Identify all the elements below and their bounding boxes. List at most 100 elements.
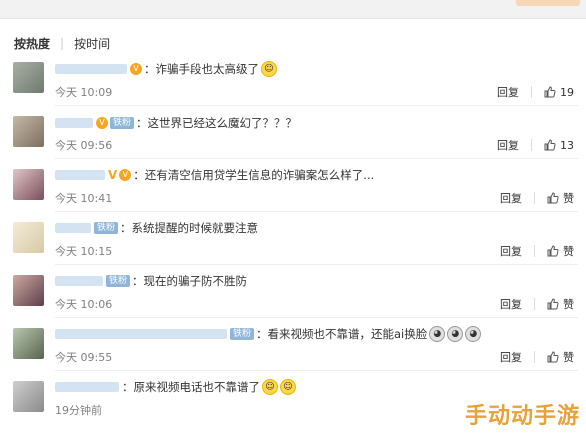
- reply-button[interactable]: 回复: [500, 349, 522, 365]
- avatar[interactable]: [13, 381, 44, 412]
- watermark-logo: 手动动手游: [464, 404, 580, 429]
- comment-actions: 回复 赞: [500, 243, 574, 259]
- comment-text: 这世界已经这么魔幻了？？？: [147, 116, 298, 130]
- comment-prefix: ：: [144, 62, 156, 76]
- crying-emoji-icon: ◕: [447, 326, 464, 342]
- fan-badge: 铁粉: [106, 275, 131, 287]
- crying-laugh-emoji-icon: ☺: [280, 379, 296, 395]
- comment-line: 铁粉 ： 看来视频也不靠谱，还能ai换脸 ◕ ◕ ◕: [55, 326, 482, 342]
- comment-prefix: ：: [256, 327, 268, 341]
- comment-line: 铁粉 ： 系统提醒的时候就要注意: [55, 220, 258, 236]
- like-button[interactable]: 赞: [547, 296, 574, 312]
- username-blurred[interactable]: [55, 329, 227, 339]
- reply-button[interactable]: 回复: [500, 190, 522, 206]
- thumbs-up-icon: [547, 351, 559, 363]
- comment-text: 现在的骗子防不胜防: [143, 274, 248, 288]
- vip-icon: V: [119, 169, 132, 181]
- thumbs-up-icon: [544, 139, 556, 151]
- like-count: 赞: [563, 245, 574, 258]
- action-divider: [531, 139, 532, 151]
- comment-prefix: ：: [122, 380, 134, 394]
- comment-text: 看来视频也不靠谱，还能ai换脸: [267, 327, 428, 341]
- comment-line: V 铁粉 ： 这世界已经这么魔幻了？？？: [55, 115, 297, 131]
- like-button[interactable]: 19: [544, 86, 574, 99]
- avatar[interactable]: [13, 116, 44, 147]
- comment-divider: [55, 317, 578, 318]
- comment-prefix: ：: [133, 168, 145, 182]
- smile-emoji-icon: ☺: [261, 61, 277, 77]
- comment-divider: [55, 211, 578, 212]
- username-blurred[interactable]: [55, 382, 119, 392]
- comment-line: V V ： 还有清空信用贷学生信息的诈骗案怎么样了...: [55, 167, 374, 183]
- comment-prefix: ：: [120, 221, 132, 235]
- thumbs-up-icon: [547, 298, 559, 310]
- vip-icon: V: [96, 117, 108, 129]
- verified-v-icon: V: [108, 168, 118, 182]
- comment-divider: [55, 370, 578, 371]
- username-blurred[interactable]: [55, 170, 105, 180]
- like-count: 19: [560, 85, 574, 99]
- action-divider: [534, 245, 535, 257]
- action-divider: [534, 192, 535, 204]
- sort-separator: |: [60, 36, 65, 50]
- comment-line: 铁粉 ： 现在的骗子防不胜防: [55, 273, 247, 289]
- thumbs-up-icon: [547, 245, 559, 257]
- comment-actions: 回复 赞: [500, 296, 574, 312]
- top-accent: [516, 0, 580, 6]
- thumbs-up-icon: [547, 192, 559, 204]
- comment-time: 今天 09:56: [55, 139, 113, 152]
- comment-time: 19分钟前: [55, 404, 102, 417]
- comment-actions: 回复 13: [497, 137, 574, 153]
- avatar[interactable]: [13, 328, 44, 359]
- action-divider: [531, 86, 532, 98]
- sort-by-hot[interactable]: 按热度: [14, 35, 50, 52]
- comment-text: 诈骗手段也太高级了: [155, 62, 260, 76]
- reply-button[interactable]: 回复: [500, 243, 522, 259]
- comment-prefix: ：: [132, 274, 144, 288]
- comment-time: 今天 09:55: [55, 351, 113, 364]
- comment-prefix: ：: [136, 116, 148, 130]
- comment-text: 还有清空信用贷学生信息的诈骗案怎么样了...: [144, 168, 375, 182]
- avatar[interactable]: [13, 222, 44, 253]
- reply-button[interactable]: 回复: [500, 296, 522, 312]
- vip-icon: V: [130, 63, 142, 75]
- comment-divider: [55, 264, 578, 265]
- like-button[interactable]: 赞: [547, 243, 574, 259]
- comment-time: 今天 10:09: [55, 86, 113, 99]
- avatar[interactable]: [13, 169, 44, 200]
- username-blurred[interactable]: [55, 64, 127, 74]
- like-count: 赞: [563, 298, 574, 311]
- comment-time: 今天 10:06: [55, 298, 113, 311]
- username-blurred[interactable]: [55, 276, 103, 286]
- username-blurred[interactable]: [55, 118, 93, 128]
- comment-actions: 回复 赞: [500, 349, 574, 365]
- sort-tabs: 按热度 | 按时间: [14, 34, 110, 52]
- like-button[interactable]: 赞: [547, 349, 574, 365]
- like-count: 赞: [563, 192, 574, 205]
- comment-text: 系统提醒的时候就要注意: [131, 221, 259, 235]
- like-button[interactable]: 赞: [547, 190, 574, 206]
- comment-actions: 回复 19: [497, 84, 574, 100]
- comment-time: 今天 10:41: [55, 192, 113, 205]
- comment-text: 原来视频电话也不靠谱了: [133, 380, 261, 394]
- comment-time: 今天 10:15: [55, 245, 113, 258]
- avatar[interactable]: [13, 62, 44, 93]
- crying-emoji-icon: ◕: [429, 326, 446, 342]
- thumbs-up-icon: [544, 86, 556, 98]
- top-bar: [0, 0, 586, 19]
- sort-by-time[interactable]: 按时间: [74, 35, 110, 52]
- comment-line: ： 原来视频电话也不靠谱了 ☺ ☺: [55, 379, 296, 395]
- crying-laugh-emoji-icon: ☺: [262, 379, 278, 395]
- like-button[interactable]: 13: [544, 139, 574, 152]
- comment-divider: [55, 158, 578, 159]
- like-count: 13: [560, 138, 574, 152]
- reply-button[interactable]: 回复: [497, 137, 519, 153]
- avatar[interactable]: [13, 275, 44, 306]
- reply-button[interactable]: 回复: [497, 84, 519, 100]
- comment-actions: 回复 赞: [500, 190, 574, 206]
- comment-line: V ： 诈骗手段也太高级了 ☺: [55, 61, 277, 77]
- like-count: 赞: [563, 351, 574, 364]
- username-blurred[interactable]: [55, 223, 91, 233]
- fan-badge: 铁粉: [230, 328, 255, 340]
- fan-badge: 铁粉: [94, 222, 119, 234]
